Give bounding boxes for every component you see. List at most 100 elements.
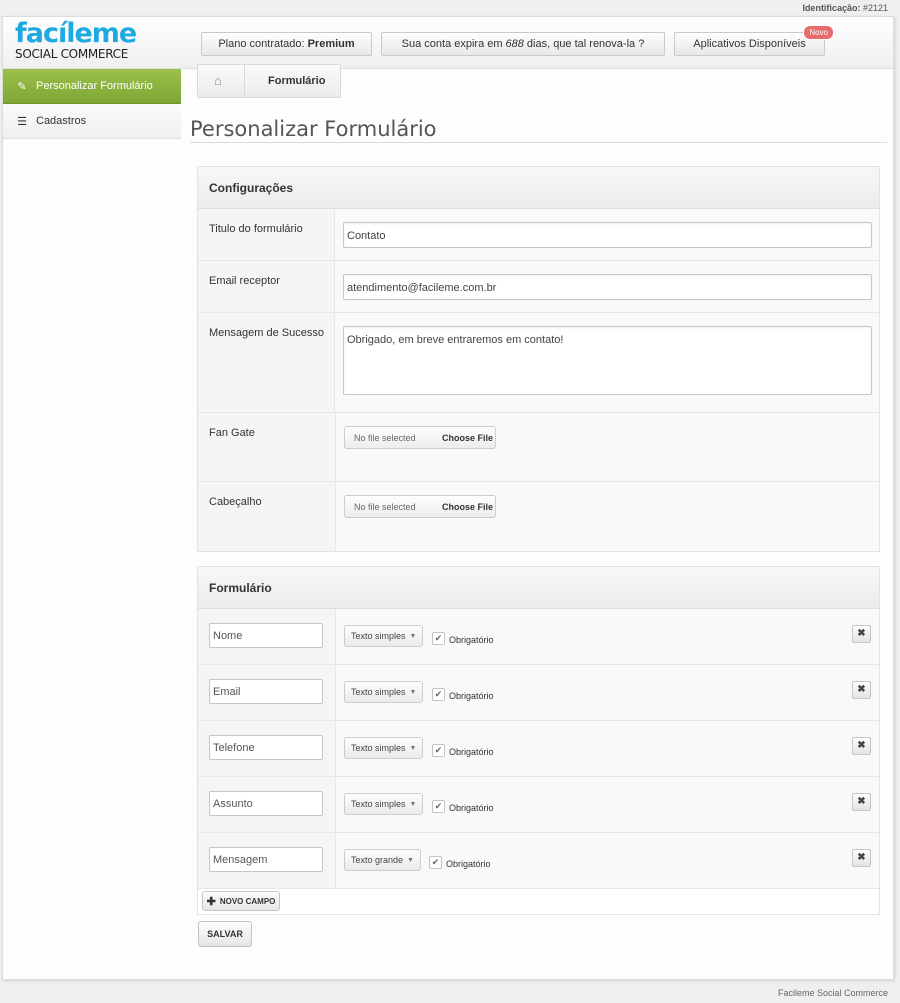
field-type-value: Texto grande (351, 855, 404, 865)
plan-value: Premium (307, 38, 355, 50)
field-options-cell: Texto grande ▼ ✔ Obrigatório ✖ (336, 833, 879, 888)
sidebar: ✎ Personalizar Formulário ☰ Cadastros (3, 69, 181, 139)
form-panel: Formulário Nome Texto simples ▼ ✔ Obriga… (197, 566, 880, 915)
sidebar-item-personalizar[interactable]: ✎ Personalizar Formulário (3, 69, 181, 104)
required-checkbox[interactable]: ✔ (432, 688, 445, 701)
form-panel-footer: ✚ NOVO CAMPO (198, 889, 879, 913)
sidebar-item-cadastros[interactable]: ☰ Cadastros (3, 104, 181, 139)
expire-days: 688 (505, 38, 524, 50)
required-checkbox[interactable]: ✔ (429, 856, 442, 869)
email-row: Email receptor atendimento@facileme.com.… (198, 261, 879, 313)
field-name-input[interactable]: Mensagem (209, 847, 323, 872)
success-label: Mensagem de Sucesso (198, 313, 335, 412)
field-type-select[interactable]: Texto simples ▼ (344, 793, 424, 815)
chevron-down-icon: ▼ (409, 744, 417, 752)
required-label: Obrigatório (449, 691, 494, 701)
field-type-value: Texto simples (351, 687, 406, 697)
email-input[interactable]: atendimento@facileme.com.br (343, 274, 872, 300)
required-label: Obrigatório (449, 803, 494, 813)
close-icon: ✖ (857, 796, 866, 807)
field-name-input[interactable]: Telefone (209, 735, 323, 760)
config-panel: Configurações Titulo do formulário Conta… (197, 166, 880, 552)
apps-label: Aplicativos Disponíveis (693, 38, 806, 50)
account-id-value: #2121 (862, 3, 888, 13)
required-label: Obrigatório (449, 635, 494, 645)
renew-button[interactable]: Sua conta expira em 688 dias, que tal re… (381, 32, 665, 56)
logo-main: facíleme (15, 18, 137, 49)
field-options-cell: Texto simples ▼ ✔ Obrigatório ✖ (336, 777, 879, 832)
field-row: Assunto Texto simples ▼ ✔ Obrigatório ✖ (198, 777, 879, 833)
add-field-button[interactable]: ✚ NOVO CAMPO (202, 891, 280, 911)
success-textarea[interactable]: Obrigado, em breve entraremos em contato… (343, 326, 872, 395)
fangate-row: Fan Gate No file selected Choose File (198, 413, 879, 482)
title-row: Titulo do formulário Contato (198, 209, 879, 261)
plan-label: Plano contratado: (218, 38, 305, 50)
close-icon: ✖ (857, 852, 866, 863)
field-type-select[interactable]: Texto simples ▼ (344, 625, 424, 647)
field-name-cell: Email (198, 665, 336, 720)
required-checkbox[interactable]: ✔ (432, 632, 445, 645)
delete-field-button[interactable]: ✖ (852, 681, 871, 699)
breadcrumb-current[interactable]: Formulário (268, 75, 325, 87)
field-type-value: Texto simples (351, 631, 406, 641)
list-icon: ☰ (17, 115, 27, 128)
home-icon[interactable]: ⌂ (214, 73, 222, 88)
field-type-select[interactable]: Texto grande ▼ (344, 849, 421, 871)
field-name-input[interactable]: Email (209, 679, 323, 704)
save-button[interactable]: SALVAR (198, 921, 252, 947)
logo[interactable]: facíleme SOCIAL COMMERCE (15, 18, 137, 61)
chevron-down-icon: ▼ (409, 800, 417, 808)
apps-button[interactable]: Aplicativos Disponíveis Novo (674, 25, 834, 56)
breadcrumb-divider (244, 65, 245, 97)
field-type-select[interactable]: Texto simples ▼ (344, 681, 424, 703)
field-row: Email Texto simples ▼ ✔ Obrigatório ✖ (198, 665, 879, 721)
delete-field-button[interactable]: ✖ (852, 625, 871, 643)
field-row: Nome Texto simples ▼ ✔ Obrigatório ✖ (198, 609, 879, 665)
page-title: Personalizar Formulário (190, 117, 437, 141)
field-row: Telefone Texto simples ▼ ✔ Obrigatório ✖ (198, 721, 879, 777)
fangate-choose-file[interactable]: Choose File (442, 433, 493, 443)
field-options-cell: Texto simples ▼ ✔ Obrigatório ✖ (336, 721, 879, 776)
close-icon: ✖ (857, 684, 866, 695)
required-checkbox[interactable]: ✔ (432, 744, 445, 757)
fangate-file-input[interactable]: No file selected Choose File (344, 426, 496, 449)
chevron-down-icon: ▼ (409, 632, 417, 640)
field-name-input[interactable]: Nome (209, 623, 323, 648)
header: facíleme SOCIAL COMMERCE Plano contratad… (3, 17, 893, 69)
field-name-cell: Mensagem (198, 833, 336, 888)
close-icon: ✖ (857, 740, 866, 751)
field-name-cell: Nome (198, 609, 336, 664)
delete-field-button[interactable]: ✖ (852, 849, 871, 867)
plan-button[interactable]: Plano contratado: Premium (201, 32, 372, 56)
fangate-no-file: No file selected (354, 432, 416, 443)
sidebar-item-label: Cadastros (36, 115, 87, 127)
sidebar-item-label: Personalizar Formulário (36, 80, 153, 92)
expire-prefix: Sua conta expira em (401, 38, 503, 50)
delete-field-button[interactable]: ✖ (852, 737, 871, 755)
account-id: Identificação: #2121 (802, 3, 888, 13)
required-checkbox[interactable]: ✔ (432, 800, 445, 813)
field-type-value: Texto simples (351, 799, 406, 809)
field-name-input[interactable]: Assunto (209, 791, 323, 816)
chevron-down-icon: ▼ (407, 856, 414, 864)
title-input[interactable]: Contato (343, 222, 872, 248)
title-field-cell: Contato (335, 209, 879, 260)
required-label: Obrigatório (449, 747, 494, 757)
field-type-select[interactable]: Texto simples ▼ (344, 737, 424, 759)
header-choose-file[interactable]: Choose File (442, 502, 493, 512)
chevron-down-icon: ▼ (409, 688, 417, 696)
required-label: Obrigatório (446, 859, 491, 869)
field-row: Mensagem Texto grande ▼ ✔ Obrigatório ✖ (198, 833, 879, 889)
field-options-cell: Texto simples ▼ ✔ Obrigatório ✖ (336, 665, 879, 720)
delete-field-button[interactable]: ✖ (852, 793, 871, 811)
field-options-cell: Texto simples ▼ ✔ Obrigatório ✖ (336, 609, 879, 664)
header-no-file: No file selected (354, 501, 416, 512)
breadcrumb: ⌂ Formulário (197, 64, 341, 98)
field-name-cell: Telefone (198, 721, 336, 776)
fangate-label: Fan Gate (198, 413, 336, 481)
header-file-input[interactable]: No file selected Choose File (344, 495, 496, 518)
title-label: Titulo do formulário (198, 209, 335, 260)
success-field-cell: Obrigado, em breve entraremos em contato… (335, 313, 879, 412)
form-heading: Formulário (198, 567, 879, 609)
footer-text: Facileme Social Commerce (777, 988, 888, 998)
